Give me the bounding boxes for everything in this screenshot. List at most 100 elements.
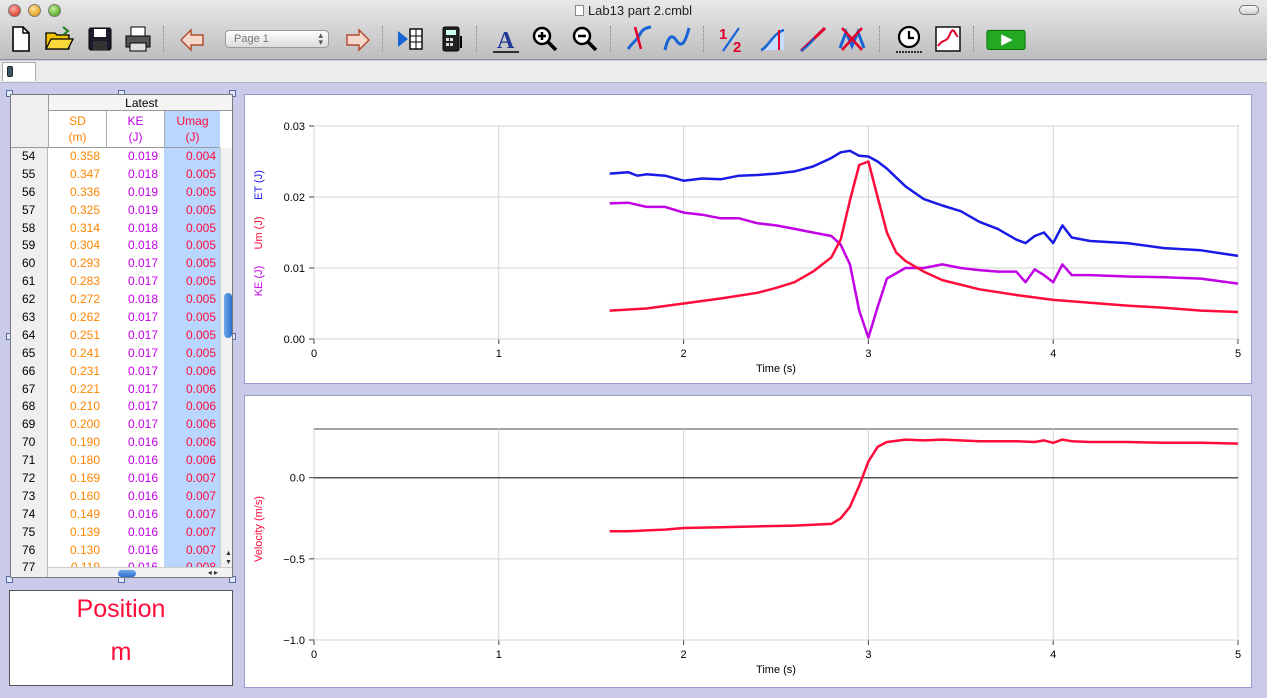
previous-page-icon[interactable] [178,23,210,55]
energy-graph-plot[interactable]: 0 1 2 3 4 5 0.00 0.01 0.02 0.03 Time (s) KE (J) Um (… [245,95,1253,385]
cell-umag[interactable]: 0.006 [164,434,220,453]
scroll-thumb[interactable] [118,570,136,577]
cell-sd[interactable]: 0.304 [48,237,106,255]
table-row[interactable]: 74 0.149 0.016 0.007 [11,505,220,524]
cell-umag[interactable]: 0.005 [164,201,220,220]
cell-umag[interactable]: 0.006 [164,416,220,435]
column-header-sd[interactable]: SD (m) [48,111,106,148]
table-row[interactable]: 71 0.180 0.016 0.006 [11,452,220,471]
cell-ke[interactable]: 0.016 [106,452,164,470]
cell-sd[interactable]: 0.251 [48,327,106,345]
toolbar-toggle-button[interactable] [1239,5,1259,15]
row-number[interactable]: 73 [11,487,48,506]
cell-umag[interactable]: 0.005 [164,273,220,292]
cell-umag[interactable]: 0.005 [164,237,220,256]
row-number[interactable]: 68 [11,398,48,417]
save-disk-icon[interactable] [84,23,116,55]
cell-ke[interactable]: 0.016 [106,488,164,506]
cell-umag[interactable]: 0.006 [164,380,220,399]
row-number[interactable]: 67 [11,380,48,399]
cell-umag[interactable]: 0.007 [164,541,220,560]
scroll-arrows-icon[interactable]: ◂ ▸ [208,568,218,577]
column-header-umag[interactable]: Umag (J) [164,111,220,148]
cell-umag[interactable]: 0.007 [164,523,220,542]
graph-options-icon[interactable] [932,23,964,55]
cell-sd[interactable]: 0.130 [48,542,106,560]
cell-ke[interactable]: 0.019 [106,184,164,202]
table-row[interactable]: 65 0.241 0.017 0.005 [11,344,220,363]
cell-sd[interactable]: 0.293 [48,255,106,273]
replay-clock-icon[interactable] [893,23,925,55]
cell-ke[interactable]: 0.019 [106,148,164,166]
cell-sd[interactable]: 0.210 [48,398,106,416]
cell-umag[interactable]: 0.005 [164,344,220,363]
cell-umag[interactable]: 0.007 [164,487,220,506]
cell-sd[interactable]: 0.314 [48,220,106,238]
open-folder-icon[interactable] [43,23,75,55]
cell-ke[interactable]: 0.017 [106,345,164,363]
row-number[interactable]: 54 [11,148,48,166]
cell-umag[interactable]: 0.005 [164,219,220,238]
next-page-icon[interactable] [340,23,372,55]
cell-umag[interactable]: 0.005 [164,165,220,184]
curve-fit-icon[interactable] [836,23,868,55]
integral-area-icon[interactable] [757,23,789,55]
table-row[interactable]: 75 0.139 0.016 0.007 [11,523,220,542]
cell-sd[interactable]: 0.262 [48,309,106,327]
cell-ke[interactable]: 0.017 [106,309,164,327]
cell-ke[interactable]: 0.019 [106,202,164,220]
row-number[interactable]: 77 [11,559,48,577]
table-row[interactable]: 59 0.304 0.018 0.005 [11,237,220,256]
row-number[interactable]: 71 [11,452,48,471]
row-number[interactable]: 72 [11,470,48,488]
table-row[interactable]: 62 0.272 0.018 0.005 [11,291,220,310]
cell-ke[interactable]: 0.017 [106,327,164,345]
cell-sd[interactable]: 0.221 [48,381,106,399]
scroll-up-icon[interactable]: ▲ [225,550,232,557]
table-row[interactable]: 76 0.130 0.016 0.007 [11,541,220,560]
row-number[interactable]: 75 [11,523,48,542]
autoscale-icon[interactable]: A [490,23,522,55]
cell-ke[interactable]: 0.017 [106,255,164,273]
page-tab[interactable] [2,62,36,81]
row-number[interactable]: 64 [11,326,48,345]
row-number[interactable]: 59 [11,237,48,256]
scroll-thumb[interactable] [224,293,232,338]
cell-ke[interactable]: 0.017 [106,416,164,434]
linear-fit-icon[interactable] [797,23,829,55]
data-set-header[interactable]: Latest [48,95,232,111]
cell-umag[interactable]: 0.007 [164,505,220,524]
column-header-ke[interactable]: KE (J) [106,111,164,148]
cell-ke[interactable]: 0.016 [106,470,164,488]
table-row[interactable]: 61 0.283 0.017 0.005 [11,273,220,292]
zoom-out-icon[interactable] [569,23,601,55]
tangent-icon[interactable] [661,23,693,55]
row-number[interactable]: 62 [11,291,48,310]
examine-icon[interactable] [624,23,656,55]
row-number[interactable]: 60 [11,255,48,274]
cell-umag[interactable]: 0.006 [164,452,220,471]
scroll-down-icon[interactable]: ▼ [225,559,232,566]
row-number[interactable]: 57 [11,201,48,220]
table-row[interactable]: 55 0.347 0.018 0.005 [11,165,220,184]
cell-sd[interactable]: 0.200 [48,416,106,434]
table-row[interactable]: 67 0.221 0.017 0.006 [11,380,220,399]
cell-sd[interactable]: 0.180 [48,452,106,470]
cell-sd[interactable]: 0.272 [48,291,106,309]
cell-sd[interactable]: 0.231 [48,363,106,381]
cell-ke[interactable]: 0.018 [106,220,164,238]
cell-sd[interactable]: 0.149 [48,506,106,524]
cell-sd[interactable]: 0.190 [48,434,106,452]
cell-ke[interactable]: 0.017 [106,273,164,291]
table-row[interactable]: 58 0.314 0.018 0.005 [11,219,220,238]
cell-ke[interactable]: 0.017 [106,381,164,399]
velocity-graph[interactable]: 0 1 2 3 4 5 0.0 −0.5 −1.0 Time (s) Velocity (m/s) [244,395,1252,688]
cell-sd[interactable]: 0.283 [48,273,106,291]
cell-ke[interactable]: 0.016 [106,542,164,560]
cell-ke[interactable]: 0.017 [106,363,164,381]
row-number[interactable]: 70 [11,434,48,453]
table-row[interactable]: 70 0.190 0.016 0.006 [11,434,220,453]
integral-half-icon[interactable]: 12 [716,23,748,55]
table-row[interactable]: 60 0.293 0.017 0.005 [11,255,220,274]
data-browser-icon[interactable] [395,23,427,55]
